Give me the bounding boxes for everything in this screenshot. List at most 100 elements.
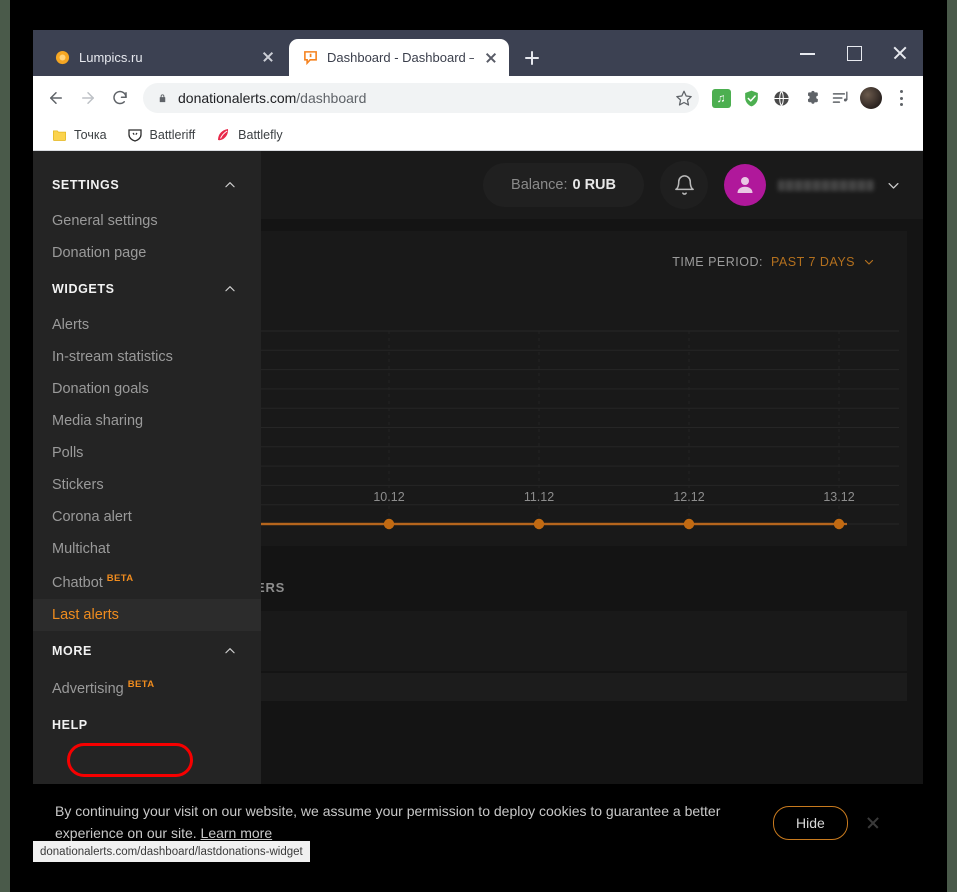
chevron-down-icon[interactable] — [886, 178, 901, 193]
back-arrow-icon[interactable] — [41, 83, 71, 113]
bookmark-label: Battleriff — [150, 128, 196, 142]
learn-more-link[interactable]: Learn more — [201, 825, 273, 841]
profile-avatar-icon[interactable] — [858, 85, 884, 111]
sidebar-item-in-stream-statistics[interactable]: In-stream statistics — [33, 341, 261, 373]
sidebar-item-chatbot[interactable]: Chatbot BETA — [33, 565, 261, 599]
bookmark-label: Battlefly — [238, 128, 282, 142]
sidebar-item-last-alerts[interactable]: Last alerts — [33, 599, 261, 631]
user-menu[interactable] — [724, 164, 901, 206]
sidebar-item-advertising[interactable]: Advertising BETA — [33, 671, 261, 705]
star-icon[interactable] — [675, 89, 693, 107]
chart-x-tick-label: 10.12 — [373, 490, 404, 504]
media-playlist-icon[interactable] — [828, 85, 854, 111]
hide-button[interactable]: Hide — [773, 806, 848, 840]
sidebar-item-label: Chatbot — [52, 575, 103, 591]
sidebar-item-donation-goals[interactable]: Donation goals — [33, 373, 261, 405]
chevron-down-icon — [863, 256, 875, 268]
sidebar-group-help[interactable]: HELP — [33, 705, 261, 745]
sidebar-item-label: Advertising — [52, 681, 124, 697]
close-icon[interactable] — [866, 816, 880, 830]
sidebar-item-label: In-stream statistics — [52, 349, 173, 365]
sidebar-item-alerts[interactable]: Alerts — [33, 309, 261, 341]
sidebar-item-multichat[interactable]: Multichat — [33, 533, 261, 565]
cookie-banner-text: By continuing your visit on our website,… — [55, 801, 755, 844]
sidebar-item-label: Corona alert — [52, 509, 132, 525]
bookmark-item-battleriff[interactable]: Battleriff — [119, 124, 204, 146]
sidebar-item-general-settings[interactable]: General settings — [33, 205, 261, 237]
puzzle-extensions-icon[interactable] — [798, 85, 824, 111]
browsec-globe-icon[interactable] — [768, 85, 794, 111]
battleriff-icon — [127, 127, 143, 143]
bookmarks-bar: Точка Battleriff Battlefly — [33, 120, 923, 151]
chevron-up-icon[interactable] — [223, 178, 237, 192]
sidebar-item-label: Multichat — [52, 541, 110, 557]
sidebar-item-label: Alerts — [52, 317, 89, 333]
sidebar-item-label: Donation page — [52, 245, 146, 261]
chevron-up-icon[interactable] — [223, 282, 237, 296]
sidebar-item-media-sharing[interactable]: Media sharing — [33, 405, 261, 437]
sidebar-item-label: Stickers — [52, 477, 104, 493]
beta-badge: BETA — [128, 679, 155, 690]
sidebar-group-label: SETTINGS — [52, 178, 119, 192]
bookmark-label: Точка — [74, 128, 107, 142]
status-bar-url: donationalerts.com/dashboard/lastdonatio… — [33, 841, 310, 862]
new-tab-button[interactable] — [520, 46, 544, 70]
three-dot-menu-icon[interactable] — [888, 85, 914, 111]
maximize-icon[interactable] — [831, 30, 877, 76]
url-text: donationalerts.com/dashboard — [178, 90, 366, 106]
lock-icon — [157, 91, 168, 105]
sidebar-group-label: HELP — [52, 718, 88, 732]
tab-title: Dashboard - Dashboard – Donati — [327, 50, 474, 65]
reload-icon[interactable] — [105, 83, 135, 113]
sidebar-item-donation-page[interactable]: Donation page — [33, 237, 261, 269]
tab-title: Lumpics.ru — [79, 50, 251, 65]
music-extension-icon[interactable]: ♫ — [708, 85, 734, 111]
tab-strip: Lumpics.ru Dashboard - Dashboard – Donat… — [33, 30, 923, 76]
notification-bell-icon[interactable] — [660, 161, 708, 209]
time-period-value: PAST 7 DAYS — [771, 255, 855, 269]
time-period-selector[interactable]: TIME PERIOD: PAST 7 DAYS — [672, 255, 875, 269]
user-avatar-icon — [724, 164, 766, 206]
sidebar-item-stickers[interactable]: Stickers — [33, 469, 261, 501]
sidebar-group-widgets[interactable]: WIDGETS — [33, 269, 261, 309]
cookie-text-line1: By continuing your visit on our website,… — [55, 803, 681, 819]
minimize-icon[interactable] — [785, 30, 831, 76]
close-icon[interactable] — [877, 30, 923, 76]
chart-x-tick-label: 13.12 — [823, 490, 854, 504]
adblock-shield-icon[interactable] — [738, 85, 764, 111]
beta-badge: BETA — [107, 573, 134, 584]
time-period-label: TIME PERIOD: — [672, 255, 763, 269]
browser-window: Lumpics.ru Dashboard - Dashboard – Donat… — [33, 30, 923, 862]
sidebar-item-label: General settings — [52, 213, 158, 229]
url-path: /dashboard — [296, 90, 366, 106]
bookmark-item-battlefly[interactable]: Battlefly — [207, 124, 290, 146]
sidebar-group-more[interactable]: MORE — [33, 631, 261, 671]
donationalerts-icon — [302, 50, 318, 66]
sidebar-navigation: SETTINGS General settings Donation page WID… — [33, 151, 261, 784]
desktop-edge-left — [0, 0, 10, 892]
chart-x-tick-label: 12.12 — [673, 490, 704, 504]
forward-arrow-icon[interactable] — [73, 83, 103, 113]
sidebar-group-label: WIDGETS — [52, 282, 115, 296]
address-bar[interactable]: donationalerts.com/dashboard — [143, 83, 699, 113]
close-icon[interactable] — [260, 49, 276, 65]
chart-x-tick-label: 11.12 — [524, 490, 554, 504]
balance-pill[interactable]: Balance: 0 RUB — [483, 163, 644, 207]
balance-label: Balance: — [511, 177, 567, 193]
close-icon[interactable] — [483, 50, 499, 66]
balance-value: 0 RUB — [572, 177, 616, 193]
battlefly-icon — [215, 127, 231, 143]
bookmark-item-tochka[interactable]: Точка — [43, 124, 115, 146]
status-url-text: donationalerts.com/dashboard/lastdonatio… — [40, 846, 303, 858]
sidebar-item-polls[interactable]: Polls — [33, 437, 261, 469]
folder-icon — [51, 127, 67, 143]
sidebar-item-label: Last alerts — [52, 607, 119, 623]
sidebar-item-corona-alert[interactable]: Corona alert — [33, 501, 261, 533]
sidebar-group-label: MORE — [52, 644, 92, 658]
sidebar-group-settings[interactable]: SETTINGS — [33, 165, 261, 205]
browser-tab-dashboard[interactable]: Dashboard - Dashboard – Donati — [289, 39, 509, 76]
desktop-edge-right — [947, 0, 957, 892]
sidebar-item-label: Polls — [52, 445, 83, 461]
browser-tab-lumpics[interactable]: Lumpics.ru — [41, 38, 286, 76]
chevron-up-icon[interactable] — [223, 644, 237, 658]
